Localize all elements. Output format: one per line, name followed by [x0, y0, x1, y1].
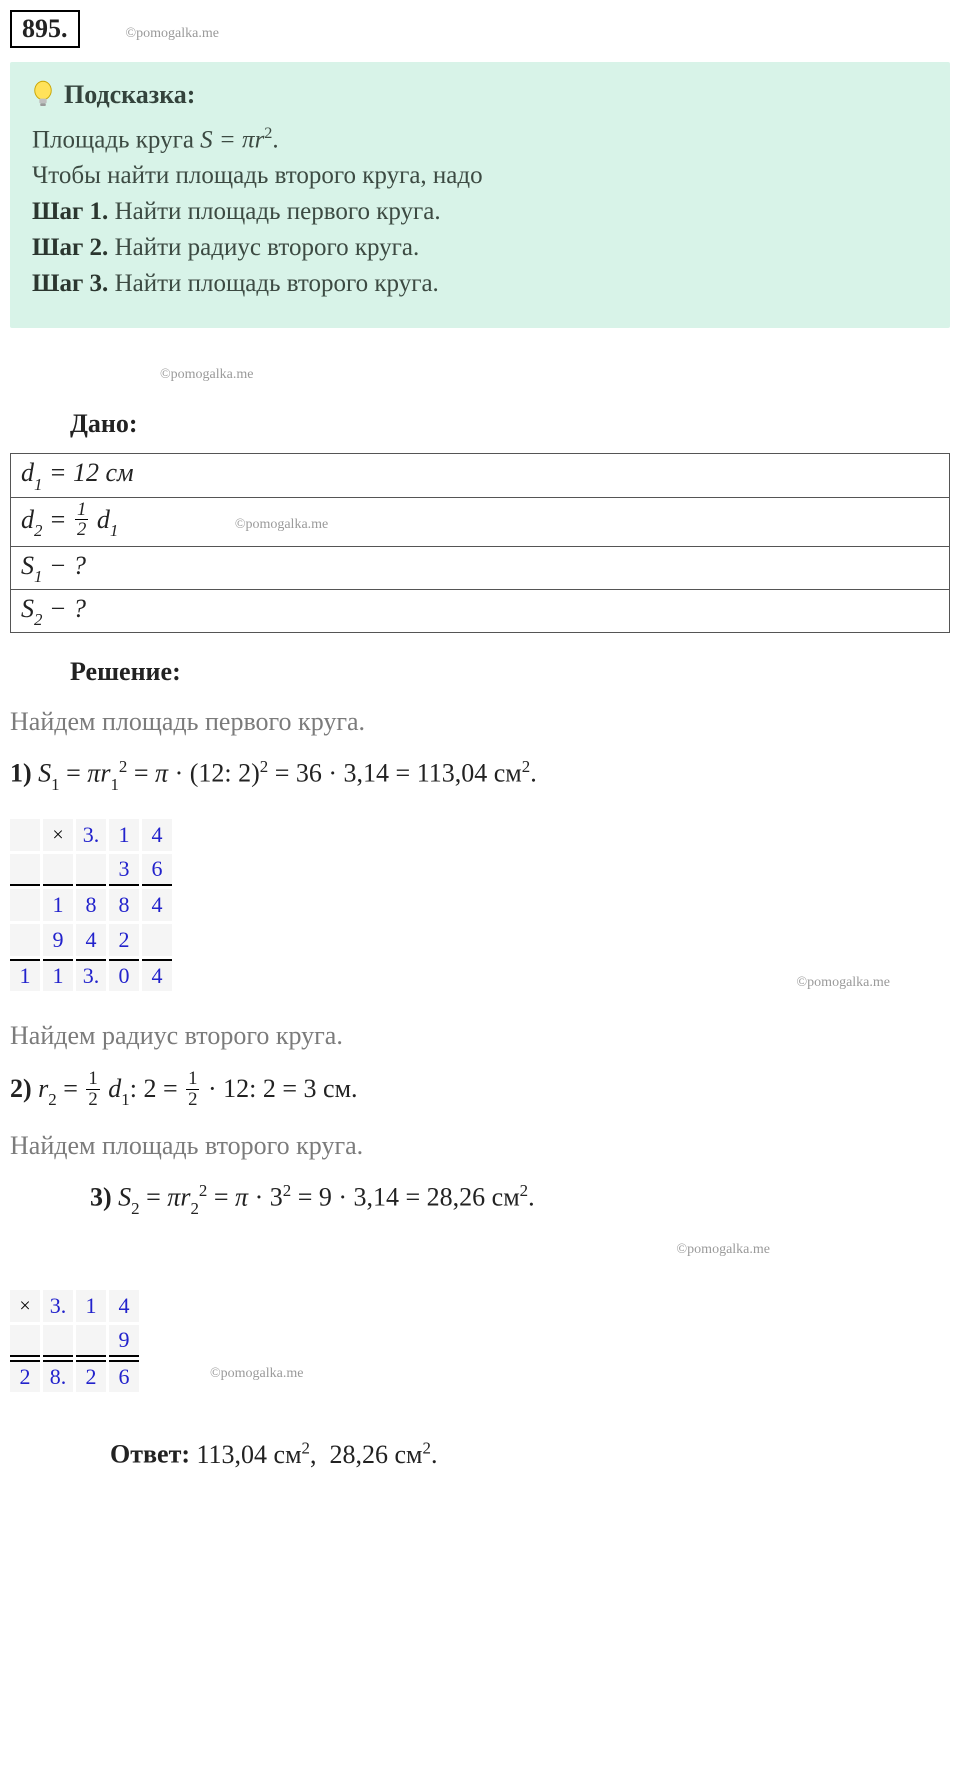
watermark-eq3: ©pomogalka.me	[677, 1242, 770, 1258]
calc-cell: 4	[109, 1290, 139, 1322]
calc-cell: 6	[142, 854, 172, 886]
step-text: Найти площадь второго круга.	[108, 270, 438, 297]
step-text: Найти площадь первого круга.	[108, 198, 440, 225]
problem-number: 895.	[10, 10, 80, 48]
hint-title: Подсказка:	[64, 80, 195, 110]
calc-cell	[10, 1325, 40, 1357]
watermark-top: ©pomogalka.me	[126, 26, 219, 42]
calc-cell: 4	[76, 924, 106, 956]
step-text: Найти радиус второго круга.	[108, 234, 419, 261]
calc-cell	[10, 924, 40, 956]
calc-cell: 2	[10, 1360, 40, 1392]
given-cell: d1 = 12 см	[11, 454, 950, 497]
calc-cell	[10, 854, 40, 886]
calculation-grid-2: ×3.14928.26	[10, 1290, 139, 1392]
calc-cell: ×	[43, 819, 73, 851]
equation-3: 3) S2 = πr22 = π · 32 = 9 · 3,14 = 28,26…	[90, 1181, 950, 1217]
table-row: S1 − ?	[11, 546, 950, 589]
table-row: d2 = 12 d1 ©pomogalka.me	[11, 497, 950, 546]
calc-cell	[76, 854, 106, 886]
given-table: d1 = 12 см d2 = 12 d1 ©pomogalka.me S1 −…	[10, 453, 950, 633]
calc-cell	[142, 924, 172, 956]
text-find-s1: Найдем площадь первого круга.	[10, 707, 950, 737]
watermark-calc1: ©pomogalka.me	[797, 975, 890, 991]
calc-cell: 3	[109, 854, 139, 886]
hint-step-1: Шаг 1. Найти площадь первого круга.	[32, 198, 928, 226]
calc-cell: 2	[109, 924, 139, 956]
hint-title-row: Подсказка:	[32, 80, 928, 110]
step-label: Шаг 2.	[32, 234, 108, 261]
hint-intro: Чтобы найти площадь второго круга, надо	[32, 162, 928, 190]
calc-cell: 4	[142, 959, 172, 991]
calc-cell	[43, 1325, 73, 1357]
hint-box: Подсказка: Площадь круга S = πr2. Чтобы …	[10, 62, 950, 328]
calc-cell: 4	[142, 819, 172, 851]
calc-cell: 1	[43, 959, 73, 991]
given-label: Дано:	[70, 409, 950, 439]
calc-cell: 1	[43, 889, 73, 921]
calc-cell: 8.	[43, 1360, 73, 1392]
given-cell: d2 = 12 d1 ©pomogalka.me	[11, 497, 950, 546]
calculation-grid-1: ×3.14361884942113.04	[10, 819, 172, 991]
answer-label: Ответ:	[110, 1440, 190, 1469]
watermark-calc2: ©pomogalka.me	[210, 1366, 303, 1382]
text-find-r2: Найдем радиус второго круга.	[10, 1021, 950, 1051]
hint-step-2: Шаг 2. Найти радиус второго круга.	[32, 234, 928, 262]
lightbulb-icon	[32, 80, 54, 110]
calc-cell: 3.	[43, 1290, 73, 1322]
watermark-given: ©pomogalka.me	[160, 367, 253, 383]
step-label: Шаг 3.	[32, 270, 108, 297]
calc-cell: 3.	[76, 819, 106, 851]
calc-cell: 9	[109, 1325, 139, 1357]
hint-formula: Площадь круга S = πr2.	[32, 124, 928, 154]
calc-cell: 1	[10, 959, 40, 991]
answer-row: Ответ: 113,04 см2, 28,26 см2.	[110, 1438, 950, 1470]
calc-cell: 9	[43, 924, 73, 956]
calc-cell: 4	[142, 889, 172, 921]
equation-1: 1) S1 = πr12 = π · (12: 2)2 = 36 · 3,14 …	[10, 757, 950, 793]
given-cell: S2 − ?	[11, 589, 950, 632]
calc-cell: 8	[109, 889, 139, 921]
calc-cell: 1	[109, 819, 139, 851]
calc-cell: 2	[76, 1360, 106, 1392]
calc-cell	[10, 889, 40, 921]
answer-text: 113,04 см2, 28,26 см2.	[190, 1440, 437, 1469]
calc-cell	[76, 1325, 106, 1357]
table-row: S2 − ?	[11, 589, 950, 632]
table-row: d1 = 12 см	[11, 454, 950, 497]
calc-cell: 0	[109, 959, 139, 991]
calc-cell	[10, 819, 40, 851]
given-cell: S1 − ?	[11, 546, 950, 589]
calc-cell: 8	[76, 889, 106, 921]
calc-cell: 3.	[76, 959, 106, 991]
calc-cell: 1	[76, 1290, 106, 1322]
watermark-row: ©pomogalka.me	[235, 517, 328, 533]
solution-label: Решение:	[70, 657, 950, 687]
calc-cell: ×	[10, 1290, 40, 1322]
hint-step-3: Шаг 3. Найти площадь второго круга.	[32, 270, 928, 298]
calc-cell	[43, 854, 73, 886]
equation-2: 2) r2 = 12 d1: 2 = 12 · 12: 2 = 3 см.	[10, 1071, 950, 1111]
calc-cell: 6	[109, 1360, 139, 1392]
step-label: Шаг 1.	[32, 198, 108, 225]
text-find-s2: Найдем площадь второго круга.	[10, 1131, 950, 1161]
